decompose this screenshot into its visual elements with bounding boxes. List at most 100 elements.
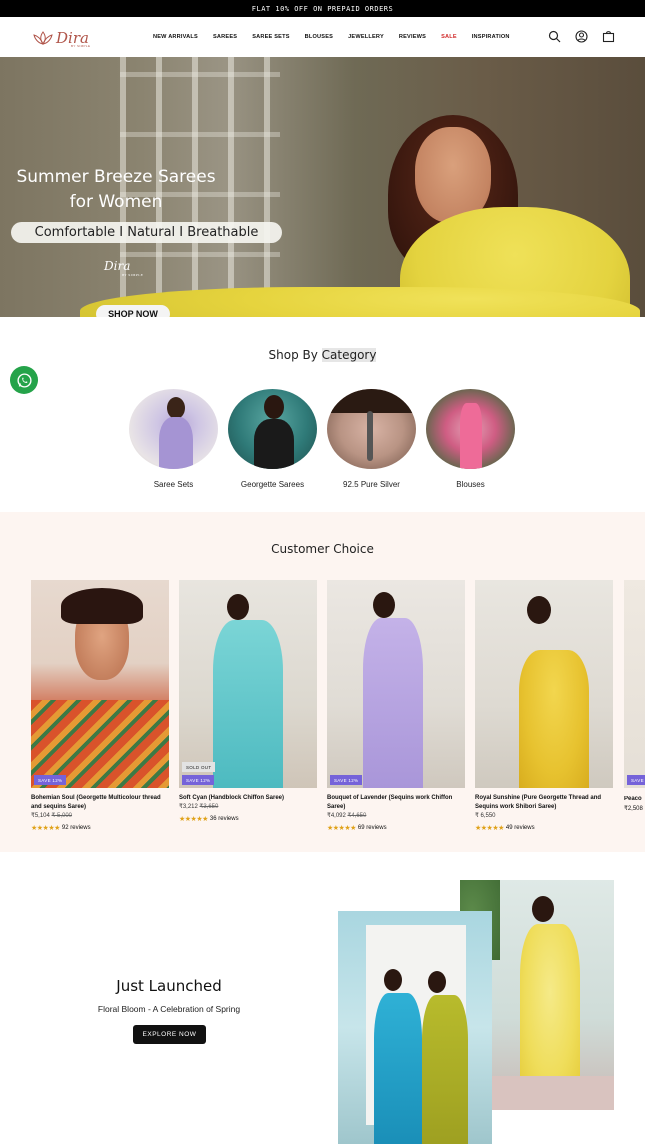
launch-olive-saree bbox=[422, 995, 468, 1144]
nav-new-arrivals[interactable]: NEW ARRIVALS bbox=[153, 34, 198, 40]
category-model-hair bbox=[167, 397, 185, 419]
product-card[interactable]: SAVE 12% Bohemian Soul (Georgette Multic… bbox=[31, 580, 169, 832]
category-model-hair bbox=[264, 395, 284, 419]
nav-jewellery[interactable]: JEWELLERY bbox=[348, 34, 384, 40]
product-card[interactable]: Royal Sunshine (Pure Georgette Thread an… bbox=[475, 580, 613, 832]
product-image[interactable]: SAVE 12% bbox=[327, 580, 465, 788]
nav-reviews[interactable]: REVIEWS bbox=[399, 34, 426, 40]
customer-choice-title: Customer Choice bbox=[271, 542, 374, 556]
header-icons bbox=[548, 30, 615, 43]
category-model-saree bbox=[254, 419, 294, 469]
review-count: 49 reviews bbox=[505, 825, 535, 831]
shop-by-category-title: Shop By Category bbox=[0, 348, 645, 362]
launch-blue-saree bbox=[374, 993, 422, 1144]
shop-by-title-text: Shop By bbox=[268, 348, 322, 362]
sold-out-badge: SOLD OUT bbox=[182, 762, 216, 772]
whatsapp-button[interactable] bbox=[10, 366, 38, 394]
product-model-hair bbox=[373, 592, 395, 618]
category-label[interactable]: Georgette Sarees bbox=[241, 480, 304, 489]
product-image[interactable]: SAVE 12% bbox=[31, 580, 169, 788]
category-label[interactable]: 92.5 Pure Silver bbox=[343, 480, 400, 489]
brand-logo[interactable]: Dira BY SIMPLE bbox=[32, 25, 96, 51]
launch-image-duo[interactable] bbox=[338, 911, 492, 1144]
category-image[interactable] bbox=[327, 389, 416, 469]
sale-price: ₹4,092 bbox=[327, 813, 346, 819]
save-badge: SAVE 12% bbox=[330, 775, 363, 785]
nav-inspiration[interactable]: INSPIRATION bbox=[472, 34, 510, 40]
category-image[interactable] bbox=[129, 389, 218, 469]
product-price: ₹5,104 ₹ 5,000 bbox=[31, 812, 169, 821]
category-georgette-sarees[interactable]: Georgette Sarees bbox=[228, 389, 317, 489]
product-saree bbox=[363, 618, 423, 788]
product-image[interactable]: SOLD OUT SAVE 12% bbox=[179, 580, 317, 788]
hero-title-line1: Summer Breeze Sarees bbox=[16, 167, 216, 187]
category-blouses[interactable]: Blouses bbox=[426, 389, 515, 489]
product-name[interactable]: Royal Sunshine (Pure Georgette Thread an… bbox=[475, 794, 613, 812]
just-launched-subtitle: Floral Bloom - A Celebration of Spring bbox=[97, 1004, 241, 1014]
shop-now-button[interactable]: SHOP NOW bbox=[96, 305, 170, 317]
product-rating: ★★★★★ 92 reviews bbox=[31, 824, 169, 832]
search-icon[interactable] bbox=[548, 30, 561, 43]
product-name[interactable]: Soft Cyan (Handblock Chiffon Saree) bbox=[179, 794, 317, 803]
product-card[interactable]: SOLD OUT SAVE 12% Soft Cyan (Handblock C… bbox=[179, 580, 317, 832]
launch-model-hair bbox=[384, 969, 402, 991]
sale-price: ₹3,212 bbox=[179, 804, 198, 810]
category-pure-silver[interactable]: 92.5 Pure Silver bbox=[327, 389, 416, 489]
hero-banner[interactable]: Summer Breeze Sarees for Women Comfortab… bbox=[0, 57, 645, 317]
compare-price: ₹ 5,000 bbox=[51, 813, 73, 819]
category-label[interactable]: Blouses bbox=[456, 480, 484, 489]
save-badge: SAVE bbox=[627, 775, 645, 785]
nav-sale[interactable]: SALE bbox=[441, 34, 457, 40]
category-image[interactable] bbox=[426, 389, 515, 469]
nav-sarees[interactable]: SAREES bbox=[213, 34, 237, 40]
brand-tagline: BY SIMPLE bbox=[71, 44, 91, 48]
account-icon[interactable] bbox=[575, 30, 588, 43]
compare-price: ₹3,650 bbox=[199, 804, 219, 810]
launch-yellow-saree bbox=[520, 924, 580, 1094]
bag-icon[interactable] bbox=[602, 30, 615, 43]
announcement-text: FLAT 10% OFF ON PREPAID ORDERS bbox=[251, 4, 394, 13]
explore-now-button[interactable]: EXPLORE NOW bbox=[133, 1025, 206, 1044]
category-saree-sets[interactable]: Saree Sets bbox=[129, 389, 218, 489]
nav-saree-sets[interactable]: SAREE SETS bbox=[252, 34, 289, 40]
product-name[interactable]: Bouquet of Lavender (Sequins work Chiffo… bbox=[327, 794, 465, 812]
hero-brand-logo: Dira BY SIMPLE bbox=[104, 259, 143, 277]
product-saree bbox=[213, 620, 283, 788]
product-carousel: SAVE 12% Bohemian Soul (Georgette Multic… bbox=[31, 580, 613, 832]
category-label[interactable]: Saree Sets bbox=[154, 480, 194, 489]
product-card-peek[interactable]: SAVE bbox=[624, 580, 645, 788]
star-rating-icon: ★★★★★ bbox=[475, 825, 504, 832]
compare-price: ₹4,650 bbox=[347, 813, 367, 819]
category-list: Saree Sets Georgette Sarees 92.5 Pure Si… bbox=[129, 389, 515, 489]
product-name[interactable]: Bohemian Soul (Georgette Multicolour thr… bbox=[31, 794, 169, 812]
hero-tagline-pill: Comfortable I Natural I Breathable bbox=[11, 222, 282, 243]
shop-by-title-highlight: Category bbox=[321, 348, 377, 362]
launch-model-hair bbox=[428, 971, 446, 993]
product-rating: ★★★★★ 49 reviews bbox=[475, 824, 613, 832]
star-rating-icon: ★★★★★ bbox=[31, 825, 60, 832]
category-model-saree bbox=[460, 403, 482, 469]
hero-brand-name: Dira bbox=[104, 259, 131, 273]
hero-brand-tagline: BY SIMPLE bbox=[122, 273, 144, 277]
save-badge: SAVE 12% bbox=[182, 775, 215, 785]
review-count: 36 reviews bbox=[209, 816, 239, 822]
product-rating: ★★★★★ 36 reviews bbox=[179, 815, 317, 823]
product-model-hair bbox=[227, 594, 249, 620]
review-count: 69 reviews bbox=[357, 825, 387, 831]
product-price: ₹3,212 ₹3,650 bbox=[179, 803, 317, 812]
hero-title-line2: for Women bbox=[69, 192, 163, 212]
peek-product-price: ₹2,508 bbox=[624, 806, 643, 812]
category-model-saree bbox=[159, 417, 193, 469]
category-image[interactable] bbox=[228, 389, 317, 469]
save-badge: SAVE 12% bbox=[34, 775, 67, 785]
star-rating-icon: ★★★★★ bbox=[327, 825, 356, 832]
category-necklace bbox=[367, 411, 373, 461]
product-price: ₹4,092 ₹4,650 bbox=[327, 812, 465, 821]
product-card[interactable]: SAVE 12% Bouquet of Lavender (Sequins wo… bbox=[327, 580, 465, 832]
category-model-hair bbox=[327, 389, 416, 413]
hero-title: Summer Breeze Sarees for Women bbox=[0, 165, 232, 215]
product-price: ₹ 6,550 bbox=[475, 813, 496, 819]
product-image[interactable] bbox=[475, 580, 613, 788]
nav-blouses[interactable]: BLOUSES bbox=[305, 34, 333, 40]
peek-product-name[interactable]: Peaco bbox=[624, 796, 645, 802]
